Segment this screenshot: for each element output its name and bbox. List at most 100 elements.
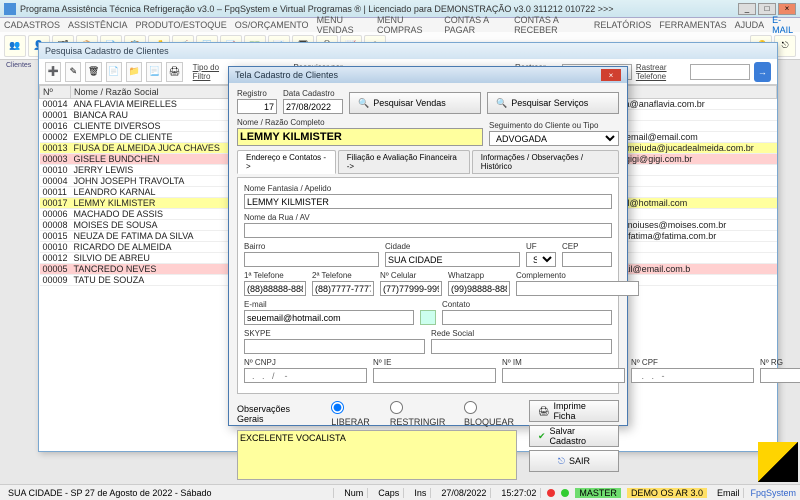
- track-phone-label: Rastrear Telefone: [636, 63, 686, 81]
- menu-ajuda[interactable]: AJUDA: [735, 20, 765, 30]
- tab-info[interactable]: Informações / Observações / Histórico: [472, 150, 619, 174]
- col-num[interactable]: Nº: [40, 86, 71, 99]
- tel1-input[interactable]: [244, 281, 306, 296]
- nome-label: Nome / Razão Completo: [237, 118, 483, 127]
- tab-filiacao[interactable]: Filiação e Avaliação Financeira ->: [338, 150, 470, 174]
- pesquisar-vendas-button[interactable]: 🔍 Pesquisar Vendas: [349, 92, 481, 114]
- client-dialog: Tela Cadastro de Clientes × Registro Dat…: [228, 66, 628, 426]
- tel2-input[interactable]: [312, 281, 374, 296]
- status-location: SUA CIDADE - SP 27 de Agosto de 2022 - S…: [4, 488, 334, 498]
- radio-liberar[interactable]: LIBERAR: [331, 400, 380, 427]
- menu-receber[interactable]: CONTAS A RECEBER: [514, 15, 586, 35]
- contato-input[interactable]: [442, 310, 612, 325]
- search-icon: 🔍: [358, 98, 369, 109]
- menu-vendas[interactable]: MENU VENDAS: [317, 15, 369, 35]
- status-num: Num: [340, 488, 368, 498]
- redesocial-label: Rede Social: [431, 329, 612, 338]
- salvar-button[interactable]: ✔Salvar Cadastro: [529, 425, 619, 447]
- menu-cadastros[interactable]: CADASTROS: [4, 20, 60, 30]
- cep-input[interactable]: [562, 252, 612, 267]
- menu-produto[interactable]: PRODUTO/ESTOQUE: [136, 20, 227, 30]
- print-icon: 🖨: [538, 406, 549, 417]
- track-phone-input[interactable]: [690, 64, 750, 80]
- im-input[interactable]: [502, 368, 625, 383]
- search-list-icon[interactable]: 📃: [146, 62, 162, 82]
- datacad-input[interactable]: [283, 99, 343, 114]
- search-edit-icon[interactable]: ✎: [65, 62, 81, 82]
- rg-input[interactable]: [760, 368, 800, 383]
- status-demo: DEMO OS AR 3.0: [627, 488, 707, 498]
- uf-label: UF: [526, 242, 556, 251]
- status-email[interactable]: Email: [713, 488, 745, 498]
- menu-ferramentas[interactable]: FERRAMENTAS: [659, 20, 726, 30]
- imprime-ficha-button[interactable]: 🖨Imprime Ficha: [529, 400, 619, 422]
- ie-input[interactable]: [373, 368, 496, 383]
- skype-input[interactable]: [244, 339, 425, 354]
- maximize-button[interactable]: □: [758, 3, 776, 15]
- menu-relatorios[interactable]: RELATÓRIOS: [594, 20, 651, 30]
- bairro-label: Bairro: [244, 242, 379, 251]
- dialog-titlebar: Tela Cadastro de Clientes ×: [229, 67, 627, 83]
- radio-bloquear[interactable]: BLOQUEAR: [464, 400, 523, 427]
- radio-restringir[interactable]: RESTRINGIR: [390, 400, 454, 427]
- im-label: Nº IM: [502, 358, 625, 367]
- search-new-icon[interactable]: ➕: [45, 62, 61, 82]
- email-input[interactable]: [244, 310, 414, 325]
- sair-button[interactable]: ⎋SAIR: [529, 450, 619, 472]
- cnpj-input[interactable]: [244, 368, 367, 383]
- whats-input[interactable]: [448, 281, 510, 296]
- uf-select[interactable]: SP: [526, 252, 556, 267]
- exit-icon: ⎋: [558, 456, 565, 467]
- cidade-input[interactable]: [385, 252, 520, 267]
- menu-compras[interactable]: MENU COMPRAS: [377, 15, 436, 35]
- redesocial-input[interactable]: [431, 339, 612, 354]
- rua-input[interactable]: [244, 223, 612, 238]
- pesquisar-servicos-button[interactable]: 🔍 Pesquisar Serviços: [487, 92, 619, 114]
- bairro-input[interactable]: [244, 252, 379, 267]
- fantasia-input[interactable]: [244, 194, 612, 209]
- cnpj-label: Nº CNPJ: [244, 358, 367, 367]
- app-title: Programa Assistência Técnica Refrigeraçã…: [20, 4, 736, 14]
- nome-input[interactable]: [237, 128, 483, 146]
- search-window-title: Pesquisa Cadastro de Clientes: [39, 43, 777, 59]
- menu-assistencia[interactable]: ASSISTÊNCIA: [68, 20, 128, 30]
- compl-input[interactable]: [516, 281, 639, 296]
- status-ins: Ins: [410, 488, 431, 498]
- cpf-input[interactable]: [631, 368, 754, 383]
- tab-endereco[interactable]: Endereço e Contatos ->: [237, 150, 336, 174]
- email-send-icon[interactable]: [420, 310, 436, 325]
- dialog-title: Tela Cadastro de Clientes: [235, 70, 338, 80]
- tabs: Endereço e Contatos -> Filiação e Avalia…: [237, 150, 619, 174]
- seg-select[interactable]: ADVOGADA: [489, 131, 619, 146]
- menu-pagar[interactable]: CONTAS A PAGAR: [444, 15, 506, 35]
- rua-label: Nome da Rua / AV: [244, 213, 612, 222]
- cidade-label: Cidade: [385, 242, 520, 251]
- search-delete-icon[interactable]: 🗑: [85, 62, 101, 82]
- filter-type-label: Tipo do Filtro: [193, 63, 230, 81]
- menu-orcamento[interactable]: OS/ORÇAMENTO: [235, 20, 309, 30]
- registro-input[interactable]: [237, 99, 277, 114]
- col-nome[interactable]: Nome / Razão Social: [71, 86, 251, 99]
- obs-textarea[interactable]: [237, 430, 517, 480]
- obs-label: Observações Gerais: [237, 404, 311, 424]
- skype-label: SKYPE: [244, 329, 425, 338]
- search-go-button[interactable]: →: [754, 62, 771, 82]
- cel-input[interactable]: [380, 281, 442, 296]
- search-print-icon[interactable]: 🖨: [166, 62, 182, 82]
- rg-label: Nº RG: [760, 358, 800, 367]
- fantasia-label: Nome Fantasia / Apelido: [244, 184, 612, 193]
- minimize-button[interactable]: _: [738, 3, 756, 15]
- search-folder-icon[interactable]: 📁: [126, 62, 142, 82]
- tab-panel-endereco: Nome Fantasia / Apelido Nome da Rua / AV…: [237, 177, 619, 394]
- search-icon: 🔍: [496, 98, 507, 109]
- close-button[interactable]: ×: [778, 3, 796, 15]
- toolbar-btn-1[interactable]: 👥: [4, 35, 26, 57]
- contato-label: Contato: [442, 300, 612, 309]
- dialog-close-button[interactable]: ×: [601, 69, 621, 81]
- menu-email[interactable]: E-MAIL: [772, 15, 796, 35]
- tel2-label: 2ª Telefone: [312, 271, 374, 280]
- status-led2: [561, 489, 569, 497]
- registro-label: Registro: [237, 89, 277, 98]
- search-copy-icon[interactable]: 📄: [106, 62, 122, 82]
- clients-label: Clientes: [6, 62, 31, 69]
